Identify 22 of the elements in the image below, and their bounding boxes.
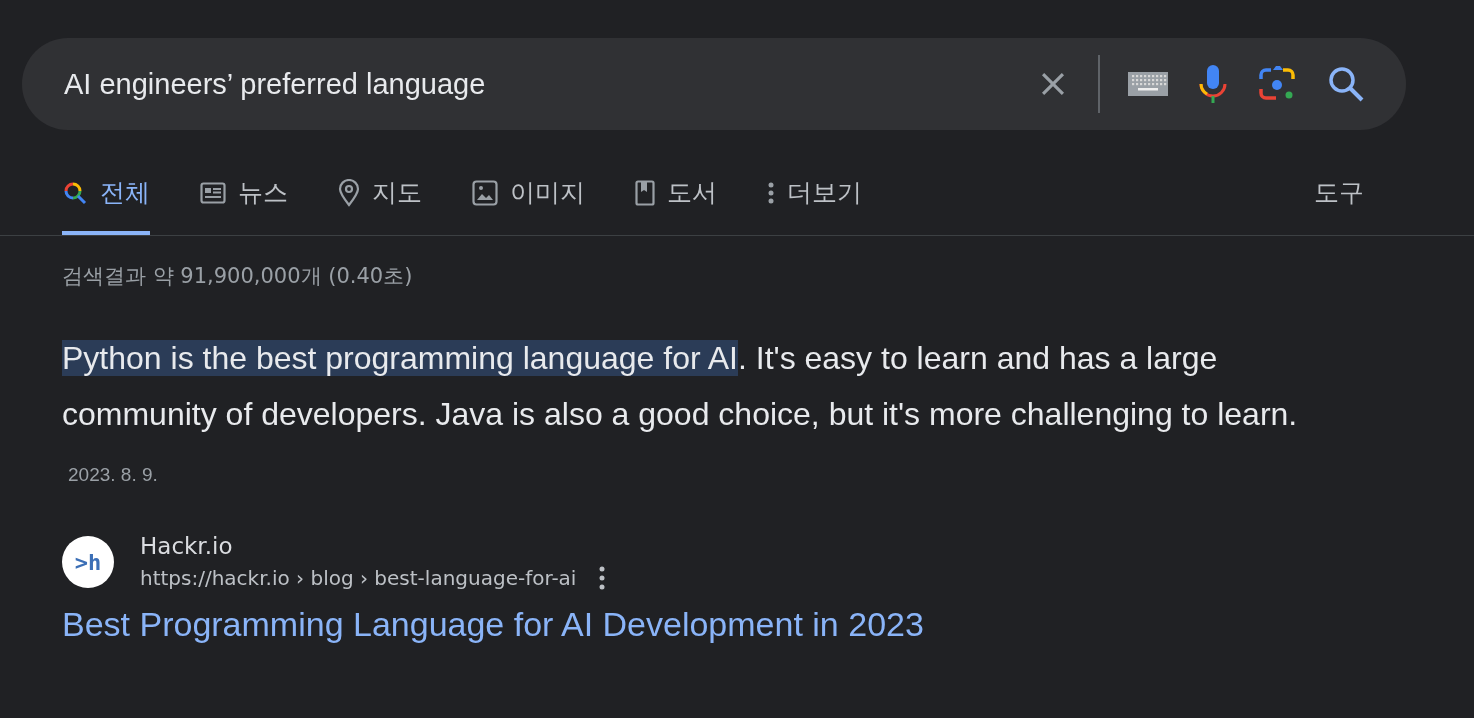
search-icon[interactable] [1326,64,1366,104]
more-vertical-icon [767,180,775,205]
site-name: Hackr.io [140,533,234,559]
site-url: https://hackr.io › blog › best-language-for-ai [140,566,577,590]
search-field[interactable]: AI engineers’ preferred language [64,67,1006,101]
result-stats: 검색결과 약 91,900,000개 (0.40초) [62,263,414,290]
site-favicon: >h [62,536,114,588]
tab[interactable]: 지도 [338,176,422,235]
microphone-icon[interactable] [1198,64,1228,104]
image-icon [472,179,498,206]
tab[interactable]: 뉴스 [200,176,288,235]
tools-button[interactable]: 도구 [1314,176,1364,235]
camera-icon[interactable] [1258,65,1296,103]
tab[interactable]: 더보기 [767,176,862,235]
result-title-link[interactable]: Best Programming Language for AI Development in 2023 [62,605,924,644]
tab[interactable]: 도서 [635,176,717,235]
more-vertical-icon[interactable] [598,565,607,591]
book-icon [635,179,655,206]
featured-snippet: Python is the best programming language for AI. It's easy to learn and has a large community of developers. Java is also a good choice, but it's more challenging to learn. 2023. 8. 9. [62,339,1299,487]
tab[interactable]: 이미지 [472,176,585,235]
location-pin-icon [338,178,360,207]
newspaper-icon [200,181,226,204]
